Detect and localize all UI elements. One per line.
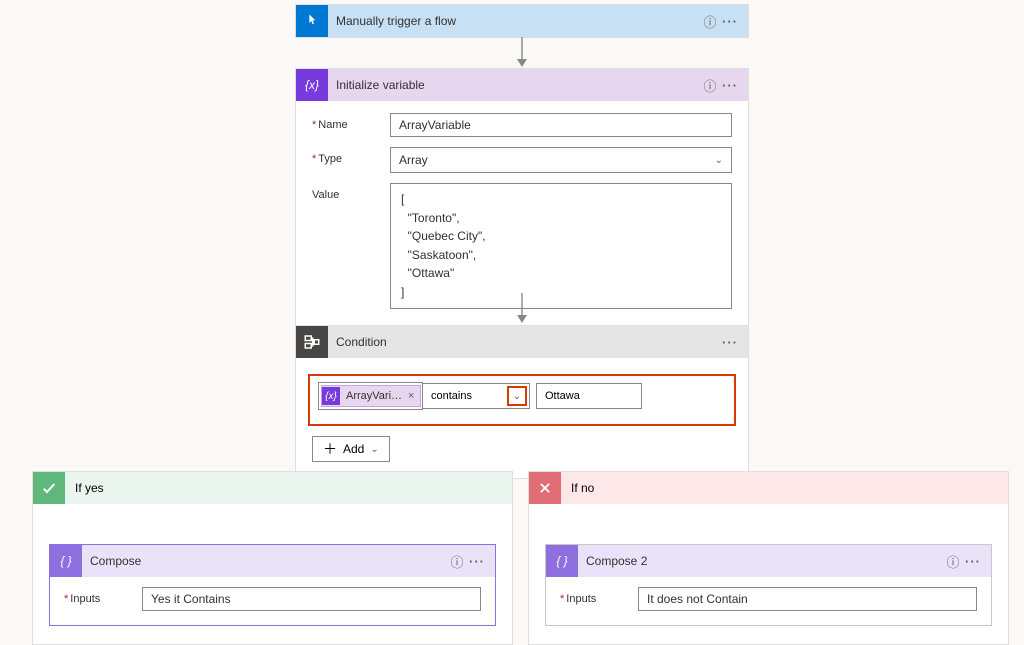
initvar-header[interactable]: {x} Initialize variable ⓘ ··· <box>296 69 748 101</box>
value-label: Value <box>312 183 390 201</box>
chevron-down-icon: ⌄ <box>513 391 521 402</box>
initvar-card: {x} Initialize variable ⓘ ··· *Name Arra… <box>295 68 749 326</box>
condition-highlight-row: {x} ArrayVari… × contains ⌄ Ottawa <box>308 374 736 426</box>
help-icon[interactable]: ⓘ <box>943 552 963 571</box>
condition-lhs[interactable]: {x} ArrayVari… × <box>318 382 423 410</box>
remove-token-icon[interactable]: × <box>406 390 414 402</box>
variable-token[interactable]: {x} ArrayVari… × <box>321 385 421 407</box>
inputs-input[interactable]: It does not Contain <box>638 587 977 611</box>
trigger-card: Manually trigger a flow ⓘ ··· <box>295 4 749 38</box>
more-icon[interactable]: ··· <box>720 14 740 29</box>
close-icon <box>529 472 561 504</box>
pointer-icon <box>296 5 328 37</box>
branch-no-header[interactable]: If no <box>529 472 1008 504</box>
trigger-header[interactable]: Manually trigger a flow ⓘ ··· <box>296 5 748 37</box>
condition-rhs-input[interactable]: Ottawa <box>536 383 642 409</box>
connector-arrow <box>515 293 529 323</box>
condition-card: Condition ··· {x} ArrayVari… × contains … <box>295 325 749 479</box>
condition-icon <box>296 326 328 358</box>
value-textarea[interactable]: [ "Toronto", "Quebec City", "Saskatoon",… <box>390 183 732 309</box>
inputs-label: *Inputs <box>560 587 638 605</box>
variable-icon: {x} <box>296 69 328 101</box>
branch-no: If no { } Compose 2 ⓘ ··· *Inputs It doe… <box>528 471 1009 645</box>
more-icon[interactable]: ··· <box>720 335 740 350</box>
more-icon[interactable]: ··· <box>963 554 983 569</box>
trigger-title: Manually trigger a flow <box>336 14 700 28</box>
compose-no-header[interactable]: { } Compose 2 ⓘ ··· <box>546 545 991 577</box>
help-icon[interactable]: ⓘ <box>700 76 720 95</box>
branch-yes-header[interactable]: If yes <box>33 472 512 504</box>
help-icon[interactable]: ⓘ <box>447 552 467 571</box>
name-input[interactable]: ArrayVariable <box>390 113 732 137</box>
compose-icon: { } <box>546 545 578 577</box>
inputs-input[interactable]: Yes it Contains <box>142 587 481 611</box>
compose-yes-title: Compose <box>90 554 447 568</box>
help-icon[interactable]: ⓘ <box>700 12 720 31</box>
compose-no-title: Compose 2 <box>586 554 943 568</box>
operator-dropdown-highlight[interactable]: ⌄ <box>507 386 527 406</box>
variable-icon: {x} <box>322 387 340 405</box>
compose-yes-card: { } Compose ⓘ ··· *Inputs Yes it Contain… <box>49 544 496 626</box>
name-label: *Name <box>312 113 390 131</box>
connector-arrow <box>515 37 529 67</box>
branch-no-label: If no <box>571 481 594 495</box>
plus-icon: ＋ <box>323 439 337 459</box>
check-icon <box>33 472 65 504</box>
type-select[interactable]: Array ⌄ <box>390 147 732 173</box>
compose-yes-header[interactable]: { } Compose ⓘ ··· <box>50 545 495 577</box>
inputs-label: *Inputs <box>64 587 142 605</box>
branch-yes-label: If yes <box>75 481 104 495</box>
chevron-down-icon: ⌄ <box>370 444 378 455</box>
initvar-title: Initialize variable <box>336 78 700 92</box>
chevron-down-icon: ⌄ <box>715 155 723 166</box>
branch-yes: If yes { } Compose ⓘ ··· *Inputs Yes it … <box>32 471 513 645</box>
more-icon[interactable]: ··· <box>467 554 487 569</box>
condition-title: Condition <box>336 335 720 349</box>
more-icon[interactable]: ··· <box>720 78 740 93</box>
compose-icon: { } <box>50 545 82 577</box>
add-condition-button[interactable]: ＋ Add ⌄ <box>312 436 390 462</box>
condition-header[interactable]: Condition ··· <box>296 326 748 358</box>
compose-no-card: { } Compose 2 ⓘ ··· *Inputs It does not … <box>545 544 992 626</box>
condition-operator-select[interactable]: contains ⌄ <box>422 383 530 409</box>
type-label: *Type <box>312 147 390 165</box>
